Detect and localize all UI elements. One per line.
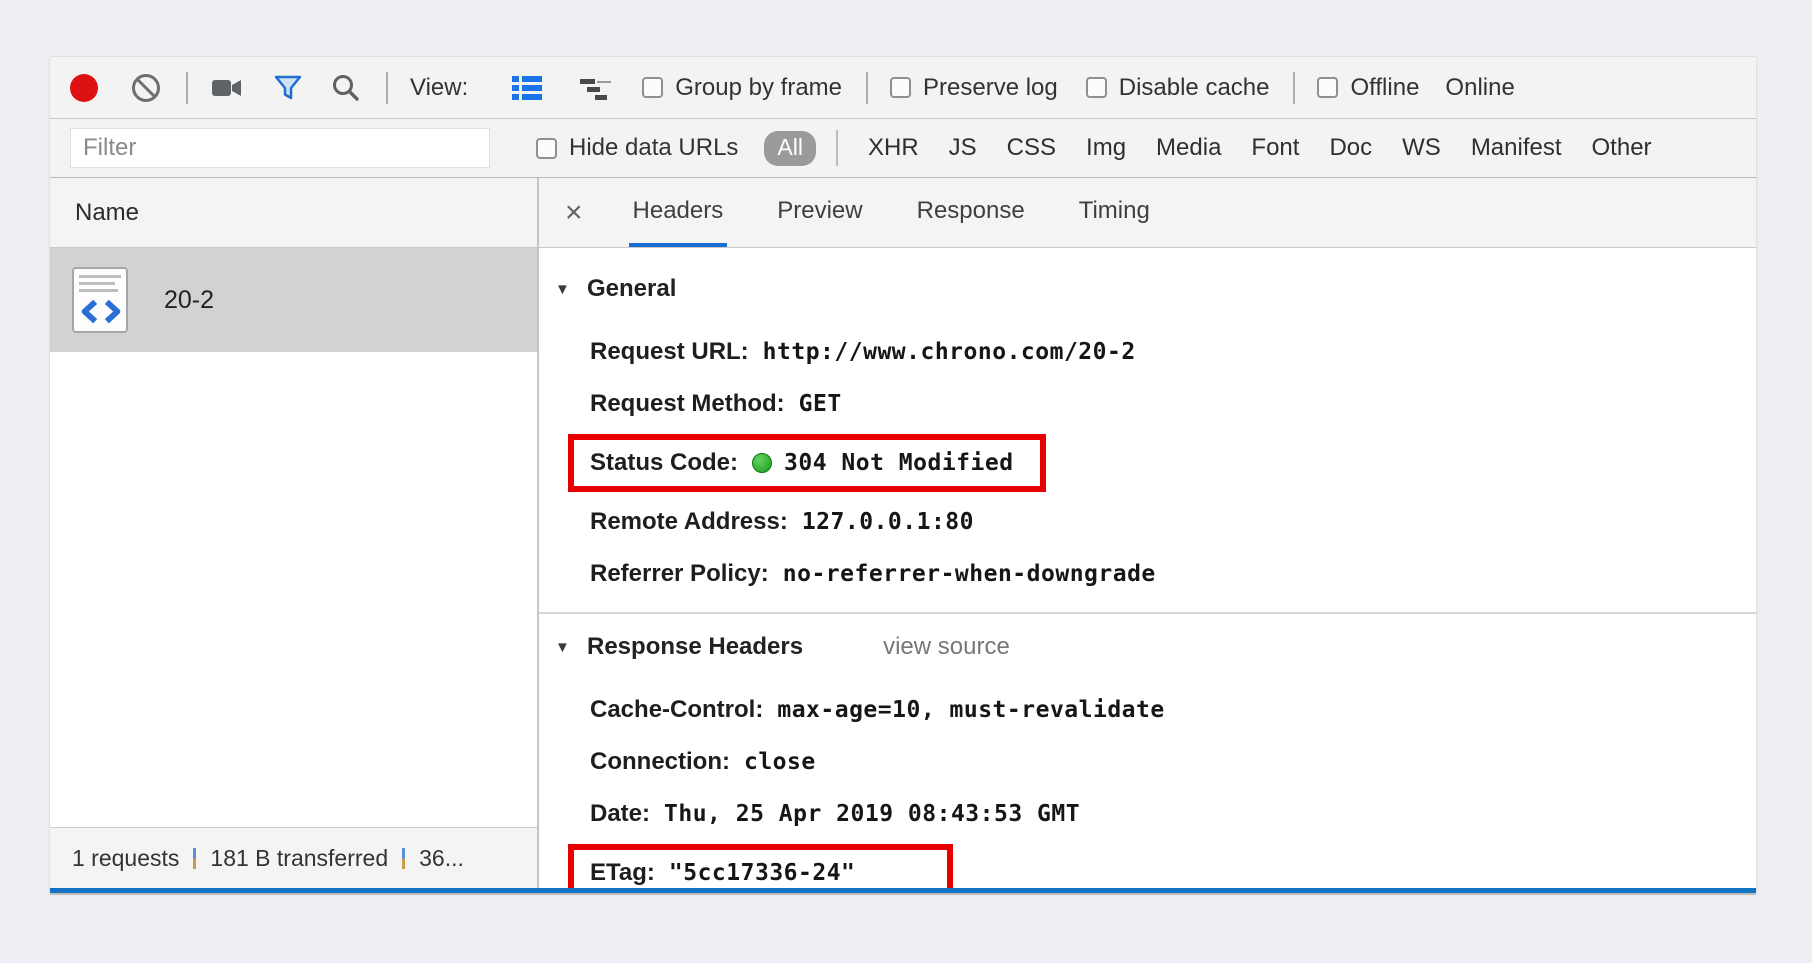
section-divider — [539, 612, 1756, 614]
header-row-referrer-policy: Referrer Policy: no-referrer-when-downgr… — [590, 560, 1156, 587]
header-row-connection: Connection: close — [590, 748, 816, 775]
header-row-etag: ETag: "5cc17336-24" — [555, 840, 1756, 888]
hide-data-urls-label[interactable]: Hide data URLs — [569, 134, 738, 162]
search-icon[interactable] — [330, 72, 362, 104]
section-title: Response Headers — [587, 633, 804, 660]
view-label: View: — [410, 73, 469, 101]
network-main: Name 20-2 1 requests 181 B transferred 3… — [50, 178, 1756, 888]
details-tabbar: × Headers Preview Response Timing — [539, 178, 1756, 248]
network-summary-bar: 1 requests 181 B transferred 36... — [50, 827, 537, 888]
headers-content: ▼ General Request URL: http://www.chrono… — [539, 248, 1756, 888]
tab-headers[interactable]: Headers — [628, 178, 728, 247]
tab-preview[interactable]: Preview — [773, 178, 866, 247]
status-green-dot-icon — [752, 453, 773, 473]
filter-type-img[interactable]: Img — [1086, 134, 1126, 162]
preserve-log-checkbox[interactable] — [890, 77, 911, 98]
filter-input[interactable] — [70, 128, 490, 168]
summary-more: 36... — [419, 844, 464, 871]
request-row[interactable]: 20-2 — [50, 248, 537, 352]
section-response-headers-header[interactable]: ▼ Response Headers view source — [555, 624, 1756, 670]
annotation-red-box: Status Code: 304 Not Modified — [568, 434, 1046, 492]
requests-empty-area — [50, 352, 537, 827]
filter-bar: Hide data URLs All XHR JS CSS Img Media … — [50, 119, 1756, 178]
header-row-cache-control: Cache-Control: max-age=10, must-revalida… — [590, 696, 1165, 723]
annotation-red-box: ETag: "5cc17336-24" — [568, 844, 954, 888]
header-row-request-method: Request Method: GET — [590, 390, 842, 417]
filter-type-xhr[interactable]: XHR — [868, 134, 919, 162]
header-row-date: Date: Thu, 25 Apr 2019 08:43:53 GMT — [590, 800, 1081, 827]
tab-response[interactable]: Response — [913, 178, 1029, 247]
document-icon — [72, 267, 128, 333]
request-name: 20-2 — [164, 285, 215, 314]
filter-type-manifest[interactable]: Manifest — [1471, 134, 1562, 162]
toolbar-divider — [386, 71, 388, 104]
screenshot-camera-icon[interactable] — [210, 73, 244, 103]
summary-divider — [402, 847, 406, 869]
filter-type-media[interactable]: Media — [1156, 134, 1221, 162]
close-icon[interactable]: × — [565, 197, 583, 228]
toolbar-divider — [1293, 71, 1296, 104]
devtools-window: View: Group by frame Preserve log Disabl… — [50, 57, 1756, 893]
name-column-header[interactable]: Name — [50, 178, 537, 248]
tab-timing[interactable]: Timing — [1075, 178, 1154, 247]
view-source-link[interactable]: view source — [883, 633, 1010, 661]
header-row-remote-address: Remote Address: 127.0.0.1:80 — [590, 508, 974, 535]
collapse-triangle-icon: ▼ — [555, 638, 570, 656]
header-row-status-code: Status Code: 304 Not Modified — [555, 430, 1756, 496]
offline-label[interactable]: Offline — [1350, 74, 1419, 102]
record-button[interactable] — [68, 72, 100, 104]
preserve-log-label[interactable]: Preserve log — [923, 74, 1058, 102]
filter-type-all[interactable]: All — [764, 130, 816, 166]
group-by-frame-label[interactable]: Group by frame — [675, 74, 842, 102]
filter-type-other[interactable]: Other — [1592, 134, 1652, 162]
summary-divider — [193, 847, 197, 869]
clear-icon[interactable] — [130, 72, 162, 104]
toolbar-divider — [186, 71, 188, 104]
filter-funnel-icon[interactable] — [272, 72, 304, 104]
filter-type-js[interactable]: JS — [949, 134, 977, 162]
disable-cache-label[interactable]: Disable cache — [1119, 74, 1270, 102]
filter-type-doc[interactable]: Doc — [1329, 134, 1372, 162]
disable-cache-checkbox[interactable] — [1085, 77, 1107, 98]
throttling-online-select[interactable]: Online — [1445, 74, 1514, 102]
filter-type-css[interactable]: CSS — [1007, 134, 1056, 162]
toolbar-divider — [866, 71, 868, 104]
network-toolbar: View: Group by frame Preserve log Disabl… — [50, 57, 1756, 119]
group-by-frame-checkbox[interactable] — [642, 77, 664, 98]
section-title: General — [587, 275, 677, 302]
details-panel: × Headers Preview Response Timing ▼ Gene… — [539, 178, 1756, 888]
requests-count: 1 requests — [72, 844, 180, 871]
hide-data-urls-checkbox[interactable] — [536, 137, 557, 159]
filter-type-ws[interactable]: WS — [1402, 134, 1441, 162]
collapse-triangle-icon: ▼ — [555, 280, 570, 298]
filter-type-font[interactable]: Font — [1251, 134, 1299, 162]
transferred-size: 181 B transferred — [210, 844, 389, 871]
filter-divider — [835, 130, 838, 166]
header-row-request-url: Request URL: http://www.chrono.com/20-2 — [590, 338, 1136, 365]
waterfall-view-icon[interactable] — [578, 73, 614, 103]
offline-checkbox[interactable] — [1317, 77, 1339, 98]
requests-panel: Name 20-2 1 requests 181 B transferred 3… — [50, 178, 539, 888]
list-view-icon[interactable] — [510, 73, 544, 103]
section-general-header[interactable]: ▼ General — [555, 266, 1756, 312]
